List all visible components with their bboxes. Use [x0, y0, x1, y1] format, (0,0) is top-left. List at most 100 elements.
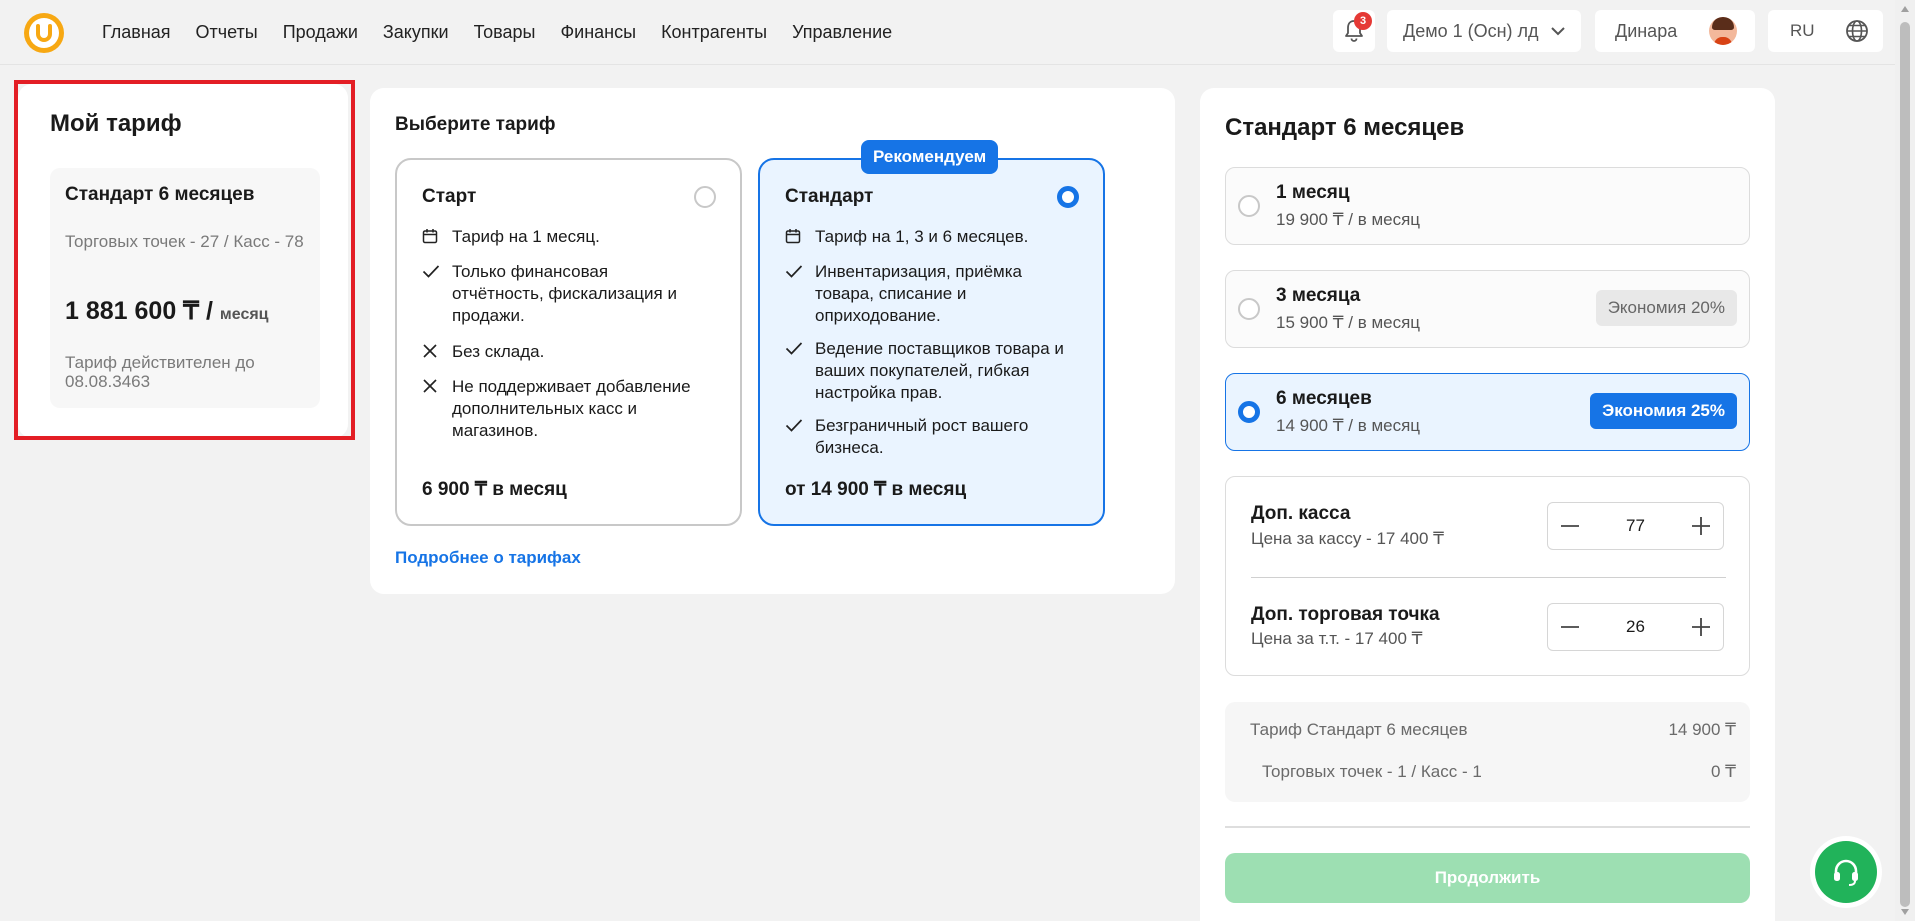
plan-feature-text: Инвентаризация, приёмка товара, списание… — [815, 262, 1022, 325]
check-icon — [785, 338, 805, 404]
chevron-down-icon — [1551, 26, 1565, 35]
plan-name: Стандарт — [785, 186, 874, 207]
addon-price: Цена за кассу - 17 400 ₸ — [1251, 529, 1444, 548]
calendar-icon — [785, 226, 805, 250]
plan-feature-text: Только финансовая отчётность, фискализац… — [452, 262, 677, 325]
plan-feature-text: Ведение поставщиков товара и ваших покуп… — [815, 339, 1064, 402]
plus-icon — [1691, 517, 1710, 535]
period-option-6-months[interactable]: 6 месяцев 14 900 ₸ / в месяц Экономия 25… — [1225, 373, 1750, 451]
total-label: Торговых точек - 1 / Касс - 1 — [1262, 762, 1482, 781]
current-plan-price-unit: месяц — [219, 306, 269, 323]
plan-radio-start[interactable] — [694, 186, 716, 208]
plan-feature-text: Тариф на 1, 3 и 6 месяцев. — [815, 227, 1029, 246]
user-menu[interactable]: Динара — [1595, 10, 1755, 52]
check-icon — [422, 261, 442, 327]
plan-option-standard[interactable]: Стандарт Тариф на 1, 3 и 6 месяцев. Инве… — [758, 158, 1105, 526]
total-row: Тариф Стандарт 6 месяцев 14 900 ₸ — [1250, 720, 1736, 740]
nav-item-sales[interactable]: Продажи — [283, 22, 358, 43]
language-selector[interactable]: RU — [1768, 10, 1883, 52]
period-title: 1 месяц — [1276, 182, 1350, 203]
check-icon — [785, 415, 805, 459]
addon-title: Доп. касса — [1251, 503, 1351, 524]
period-price: 19 900 ₸ / в месяц — [1276, 210, 1421, 229]
main-nav: Главная Отчеты Продажи Закупки Товары Фи… — [102, 22, 892, 43]
nav-item-products[interactable]: Товары — [474, 22, 536, 43]
choose-plan-title: Выберите тариф — [395, 114, 556, 135]
plan-name: Старт — [422, 186, 477, 207]
plan-feature-text: Не поддерживает добавление дополнительны… — [452, 377, 691, 440]
plan-feature: Только финансовая отчётность, фискализац… — [422, 261, 722, 327]
plan-feature-text: Без склада. — [452, 342, 545, 361]
cross-icon — [422, 341, 442, 365]
minus-icon — [1561, 525, 1579, 527]
cash-register-count[interactable]: 77 — [1626, 516, 1645, 536]
period-radio[interactable] — [1238, 195, 1260, 217]
nav-item-counterparties[interactable]: Контрагенты — [661, 22, 767, 43]
plan-feature-text: Безграничный рост вашего бизнеса. — [815, 416, 1029, 457]
period-radio[interactable] — [1238, 298, 1260, 320]
current-plan-name: Стандарт 6 месяцев — [65, 184, 255, 205]
current-plan-points: Торговых точек - 27 / Касс - 78 — [65, 232, 304, 251]
notifications-button[interactable]: 3 — [1333, 10, 1375, 52]
addons-box: Доп. касса Цена за кассу - 17 400 ₸ 77 Д… — [1225, 476, 1750, 676]
total-value: 14 900 ₸ — [1668, 720, 1736, 739]
plan-feature: Без склада. — [422, 341, 722, 365]
plan-feature: Тариф на 1 месяц. — [422, 226, 722, 250]
plus-icon — [1691, 618, 1710, 636]
plan-option-start[interactable]: Старт Тариф на 1 месяц. Только финансова… — [395, 158, 742, 526]
period-price: 14 900 ₸ / в месяц — [1276, 416, 1421, 435]
more-about-plans-link[interactable]: Подробнее о тарифах — [395, 548, 581, 568]
nav-item-purchases[interactable]: Закупки — [383, 22, 449, 43]
continue-button[interactable]: Продолжить — [1225, 853, 1750, 903]
avatar — [1709, 17, 1737, 45]
nav-item-management[interactable]: Управление — [792, 22, 892, 43]
period-option-1-month[interactable]: 1 месяц 19 900 ₸ / в месяц — [1225, 167, 1750, 245]
sales-point-count[interactable]: 26 — [1626, 617, 1645, 637]
scrollbar-thumb[interactable] — [1900, 22, 1910, 907]
plus-button[interactable] — [1689, 615, 1713, 639]
current-plan-box: Стандарт 6 месяцев Торговых точек - 27 /… — [50, 168, 320, 408]
company-selector[interactable]: Демо 1 (Осн) лд — [1387, 10, 1581, 52]
addon-title: Доп. торговая точка — [1251, 604, 1440, 625]
nav-item-reports[interactable]: Отчеты — [196, 22, 258, 43]
savings-badge: Экономия 25% — [1590, 393, 1737, 429]
current-plan-price-value: 1 881 600 ₸ / — [65, 297, 213, 325]
minus-button[interactable] — [1558, 514, 1582, 538]
nav-item-finance[interactable]: Финансы — [560, 22, 636, 43]
globe-icon — [1846, 20, 1868, 42]
app-logo[interactable] — [24, 13, 64, 53]
sales-point-stepper: 26 — [1547, 603, 1724, 651]
scroll-down-arrow-icon[interactable] — [1901, 909, 1909, 915]
support-chat-button[interactable] — [1810, 836, 1882, 908]
recommended-badge: Рекомендуем — [861, 140, 999, 174]
plan-price: 6 900 ₸ в месяц — [422, 479, 567, 500]
calendar-icon — [422, 226, 442, 250]
plan-feature: Ведение поставщиков товара и ваших покуп… — [785, 338, 1085, 404]
plan-feature: Безграничный рост вашего бизнеса. — [785, 415, 1085, 459]
language-code: RU — [1790, 21, 1815, 40]
vertical-scrollbar[interactable] — [1895, 0, 1915, 921]
plan-radio-standard[interactable] — [1057, 186, 1079, 208]
minus-button[interactable] — [1558, 615, 1582, 639]
total-value: 0 ₸ — [1711, 762, 1736, 781]
total-row: Торговых точек - 1 / Касс - 1 0 ₸ — [1262, 762, 1736, 782]
plan-price: от 14 900 ₸ в месяц — [785, 479, 967, 500]
scroll-up-arrow-icon[interactable] — [1901, 6, 1909, 12]
period-title: 3 месяца — [1276, 285, 1361, 306]
plan-feature: Тариф на 1, 3 и 6 месяцев. — [785, 226, 1085, 250]
order-summary-card: Стандарт 6 месяцев 1 месяц 19 900 ₸ / в … — [1200, 88, 1775, 921]
cross-icon — [422, 376, 442, 442]
total-label: Тариф Стандарт 6 месяцев — [1250, 720, 1468, 739]
nav-item-home[interactable]: Главная — [102, 22, 171, 43]
current-plan-valid-until: Тариф действителен до 08.08.3463 — [65, 353, 255, 391]
period-radio[interactable] — [1238, 401, 1260, 423]
period-option-3-months[interactable]: 3 месяца 15 900 ₸ / в месяц Экономия 20% — [1225, 270, 1750, 348]
my-plan-card: Мой тариф Стандарт 6 месяцев Торговых то… — [18, 84, 348, 438]
totals-box: Тариф Стандарт 6 месяцев 14 900 ₸ Торгов… — [1225, 702, 1750, 802]
my-plan-title: Мой тариф — [50, 110, 182, 137]
addon-price: Цена за т.т. - 17 400 ₸ — [1251, 629, 1423, 648]
plus-button[interactable] — [1689, 514, 1713, 538]
period-price: 15 900 ₸ / в месяц — [1276, 313, 1421, 332]
period-title: 6 месяцев — [1276, 388, 1372, 409]
minus-icon — [1561, 626, 1579, 628]
